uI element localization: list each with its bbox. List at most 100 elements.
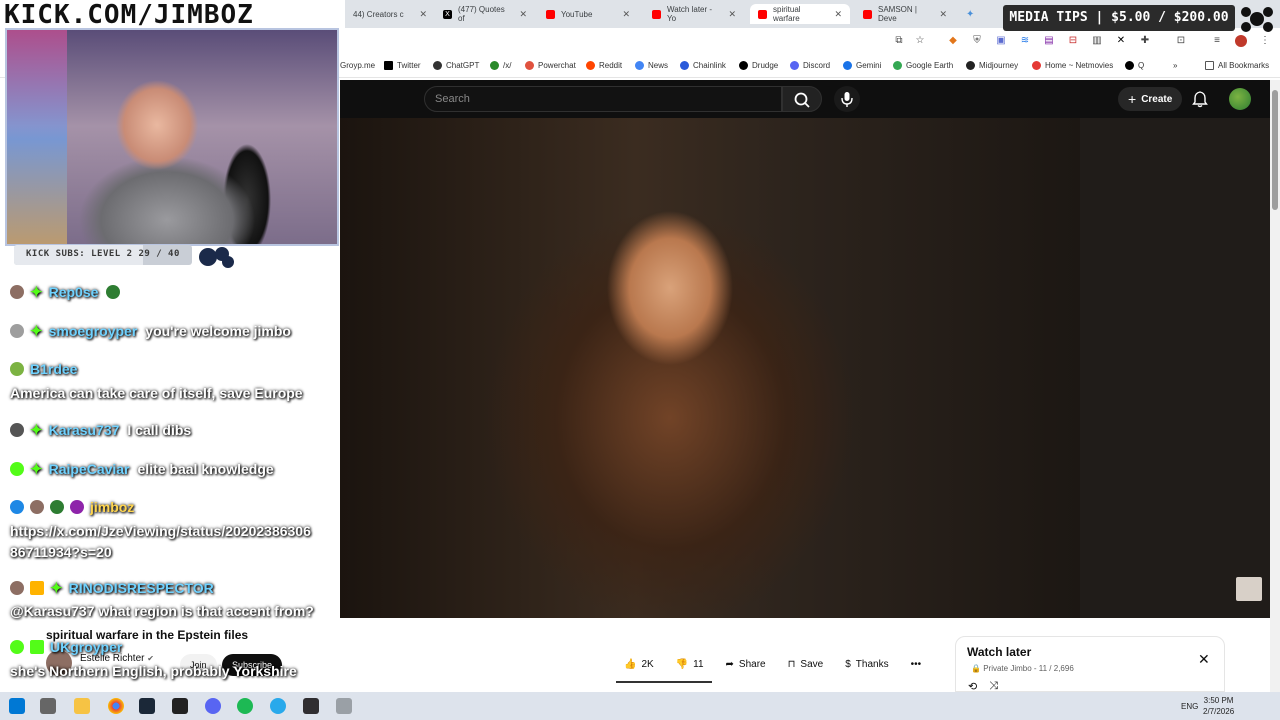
save-label: Save [800,658,824,670]
page-scrollbar[interactable] [1270,80,1280,692]
menu-list-icon[interactable]: ≡ [1211,35,1223,47]
file-explorer-icon[interactable] [74,698,90,714]
steam-icon[interactable] [139,698,155,714]
youtube-icon [863,9,872,19]
news-icon [635,61,644,70]
voice-search-button[interactable] [834,86,860,112]
chat-username: RINODISRESPECTOR [68,580,214,596]
chat-text: https://x.com/JzeViewing/status/20202386… [10,523,311,539]
bookmark-chainlink[interactable]: Chainlink [680,61,726,70]
notifications-bell-icon[interactable] [1191,90,1209,108]
telegram-icon[interactable] [270,698,286,714]
bookmark-gemini[interactable]: Gemini [843,61,881,70]
tab-spiritual-warfare[interactable]: spiritual warfare ✕ [750,4,850,24]
like-count: 2K [641,658,654,670]
bookmark-q[interactable]: Q [1125,61,1144,70]
tab-creators[interactable]: 44) Creators c ✕ [345,4,435,24]
bookmark-reddit[interactable]: Reddit [586,61,622,70]
bookmark-discord[interactable]: Discord [790,61,830,70]
profile-icon[interactable] [1235,35,1247,47]
translate-icon[interactable]: ▥ [1091,35,1103,47]
dislike-count: 11 [693,658,704,670]
app-icon[interactable] [336,698,352,714]
kick-badge-icon [10,462,24,476]
bookmark-star-icon[interactable]: ☆ [914,35,926,47]
language-indicator[interactable]: ENG [1181,702,1198,711]
shield-icon[interactable]: ⛨ [971,35,983,47]
close-tab-icon[interactable]: ✕ [622,9,630,20]
bookmark-icon: ⊓ [787,658,796,670]
user-avatar[interactable] [1229,88,1251,110]
bookmark-drudge[interactable]: Drudge [739,61,778,70]
bookmark-chatgpt[interactable]: ChatGPT [433,61,479,70]
media-icon[interactable]: ⊡ [1175,35,1187,47]
task-view-icon[interactable] [40,698,56,714]
wave-icon[interactable]: ≋ [1019,35,1031,47]
close-tab-icon[interactable]: ✕ [834,9,842,20]
action-bar: 👍 2K 👎 11 ➦ Share ⊓ Save $ Thanks ••• [616,652,929,676]
bookmark-label: ChatGPT [446,61,480,70]
bookmark-label: Chainlink [693,61,726,70]
chat-text: @Karasu737 what region is that accent fr… [10,603,314,619]
extension-icon[interactable]: ▣ [995,35,1007,47]
netmovies-icon [1032,61,1041,70]
bookmark-powerchat[interactable]: Powerchat [525,61,576,70]
youtube-icon [546,9,555,19]
bookmark-midjourney[interactable]: Midjourney [966,61,1018,70]
thanks-button[interactable]: $ Thanks [837,652,896,676]
tab-watch-later[interactable]: Watch later - Yo ✕ [644,4,744,24]
car-icon[interactable]: ⊟ [1067,35,1079,47]
system-clock[interactable]: 3:50 PM 2/7/2026 [1203,695,1234,717]
share-button[interactable]: ➦ Share [718,652,774,676]
more-actions-button[interactable]: ••• [903,652,930,676]
tab-extra[interactable]: ✦ [958,4,988,24]
webcam-feed [5,28,339,246]
search-input[interactable]: Search [424,86,782,112]
bookmark-news[interactable]: News [635,61,668,70]
lock-icon: 🔒 [971,664,981,673]
metamask-icon[interactable]: ◆ [947,35,959,47]
bookmark-twitter[interactable]: Twitter [384,61,421,70]
puzzle-icon[interactable]: ✚ [1139,35,1151,47]
chat-message: ✦ Karasu737 I call dibs [10,421,191,439]
all-bookmarks[interactable]: All Bookmarks [1205,61,1269,70]
close-tab-icon[interactable]: ✕ [419,9,427,20]
video-frame-right [1080,118,1270,618]
tab-quotes[interactable]: X (477) Quotes of ✕ [435,4,535,24]
chat-username: Karasu737 [48,422,120,438]
gift-badge-icon [30,581,44,595]
spotify-icon[interactable] [237,698,253,714]
kebab-menu-icon[interactable]: ⋮ [1259,35,1271,47]
x-icon[interactable]: ✕ [1115,35,1127,47]
obs-icon[interactable] [303,698,319,714]
windows-start-icon[interactable] [9,698,25,714]
hd-icon[interactable]: ▤ [1043,35,1055,47]
save-button[interactable]: ⊓ Save [780,652,832,676]
youtube-icon [758,9,767,19]
close-icon[interactable]: ✕ [1198,651,1210,668]
subscriber-badge-icon: ✦ [30,422,43,439]
close-tab-icon[interactable]: ✕ [519,9,527,20]
discord-icon[interactable] [205,698,221,714]
close-tab-icon[interactable]: ✕ [728,9,736,20]
like-button[interactable]: 👍 2K [616,652,662,676]
share-icon: ➦ [725,658,734,670]
terminal-icon[interactable] [172,698,188,714]
video-player[interactable] [340,118,1270,618]
dislike-button[interactable]: 👎 11 [668,652,712,676]
search-button[interactable] [782,86,822,112]
chatgpt-icon [433,61,442,70]
close-tab-icon[interactable]: ✕ [939,9,947,20]
bookmarks-overflow[interactable]: » [1173,61,1177,70]
tab-youtube[interactable]: YouTube ✕ [538,4,638,24]
install-icon[interactable]: ⧉ [893,35,905,47]
bookmark-x[interactable]: /x/ [490,61,511,70]
scrollbar-thumb[interactable] [1272,90,1278,210]
chat-message: UKgroyper [10,639,130,655]
bookmark-netmovies[interactable]: Home ~ Netmovies [1032,61,1113,70]
bookmark-groyp[interactable]: Groyp.me [340,61,375,70]
bookmark-google-earth[interactable]: Google Earth [893,61,953,70]
create-button[interactable]: + Create [1118,87,1183,111]
tab-samson[interactable]: SAMSON | Deve ✕ [855,4,955,24]
chrome-icon[interactable] [108,698,124,714]
